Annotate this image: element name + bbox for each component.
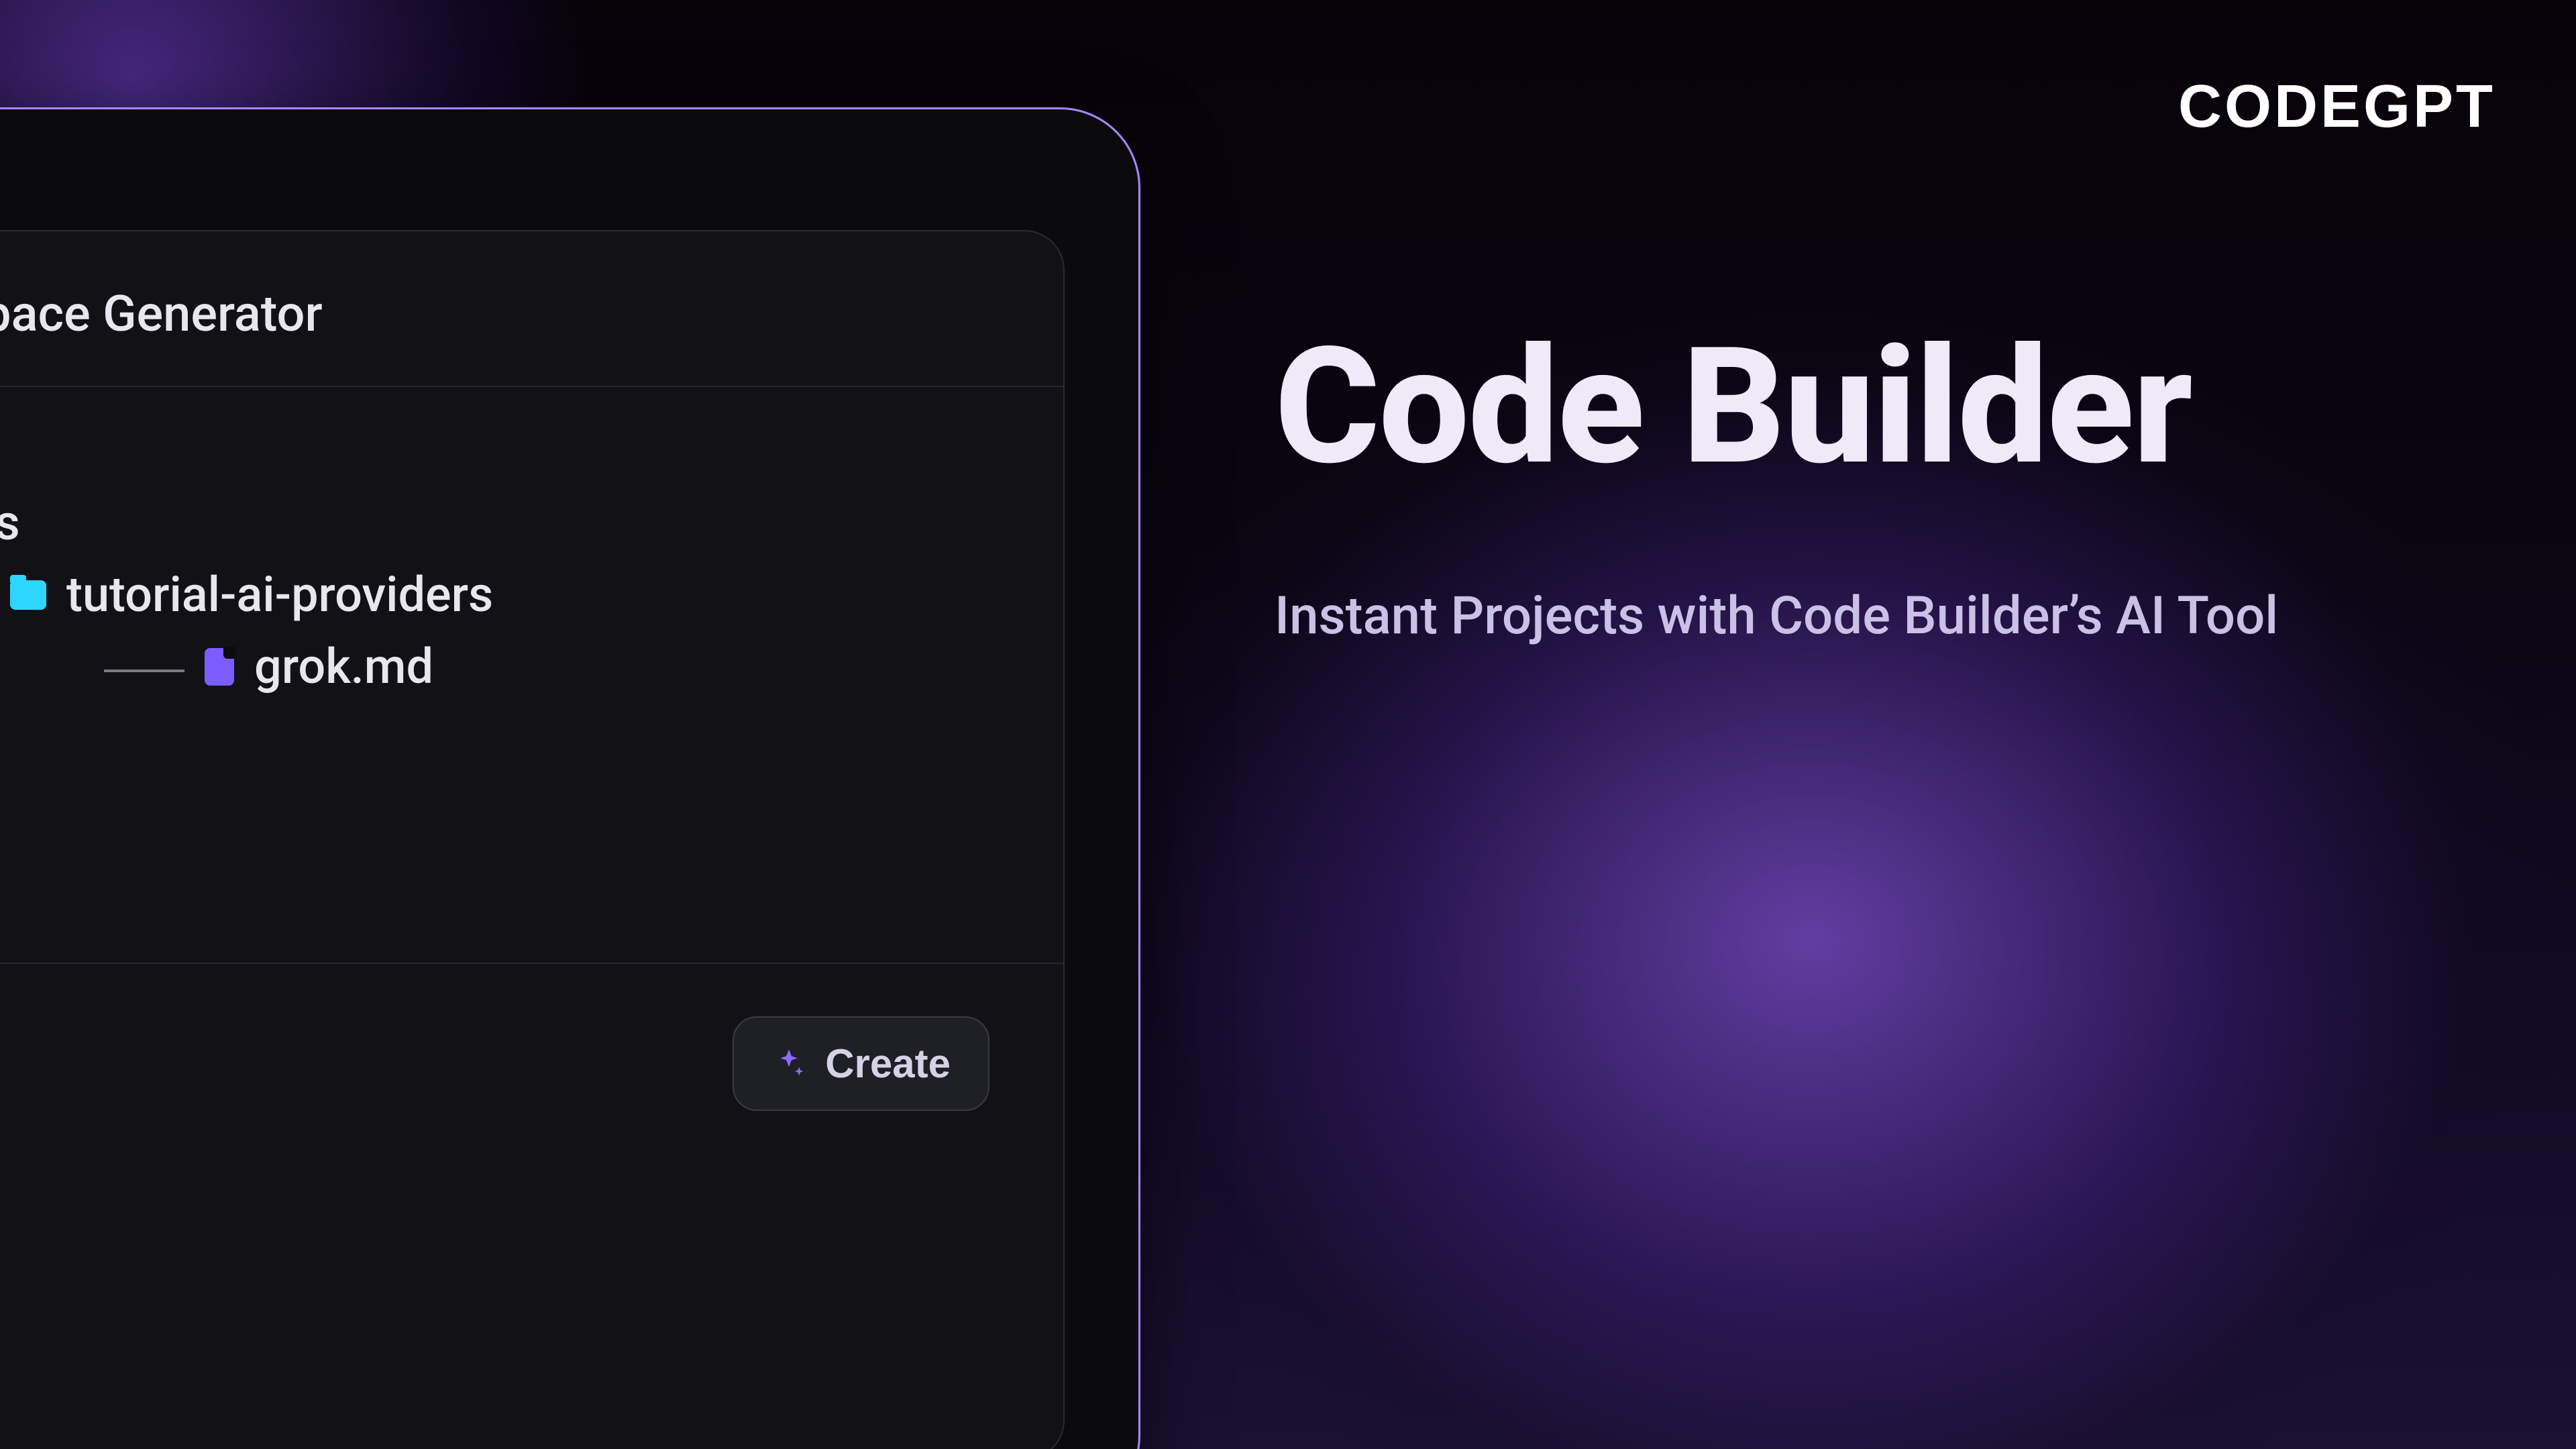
hero: Code Builder Instant Projects with Code … <box>1275 322 2496 648</box>
divider <box>0 963 1063 964</box>
hero-subtitle: Instant Projects with Code Builder’s AI … <box>1275 585 2415 648</box>
divider <box>0 386 1063 387</box>
generator-card: pace Generator cs tutorial-ai-providers … <box>0 230 1065 1449</box>
brand-logo: CODEGPT <box>2178 72 2496 142</box>
tree-file-row[interactable]: grok.md <box>0 638 1010 695</box>
hero-title: Code Builder <box>1275 322 2496 491</box>
section-title: pace Generator <box>0 285 323 343</box>
tree-folder-row[interactable]: tutorial-ai-providers <box>0 566 1010 623</box>
tree-folder-label: tutorial-ai-providers <box>66 566 493 623</box>
file-tree: cs tutorial-ai-providers grok.md <box>0 480 1010 710</box>
folder-icon <box>10 580 46 610</box>
file-icon <box>205 648 234 686</box>
tree-connector <box>104 669 184 672</box>
create-button[interactable]: Create <box>733 1016 989 1111</box>
tree-file-label: grok.md <box>254 638 433 695</box>
tree-root-label: cs <box>0 494 20 551</box>
create-button-label: Create <box>825 1040 951 1087</box>
ui-panel: pace Generator cs tutorial-ai-providers … <box>0 107 1140 1449</box>
tree-root[interactable]: cs <box>0 494 1010 551</box>
sparkle-icon <box>771 1046 806 1081</box>
brand-name: CODEGPT <box>2178 73 2496 140</box>
